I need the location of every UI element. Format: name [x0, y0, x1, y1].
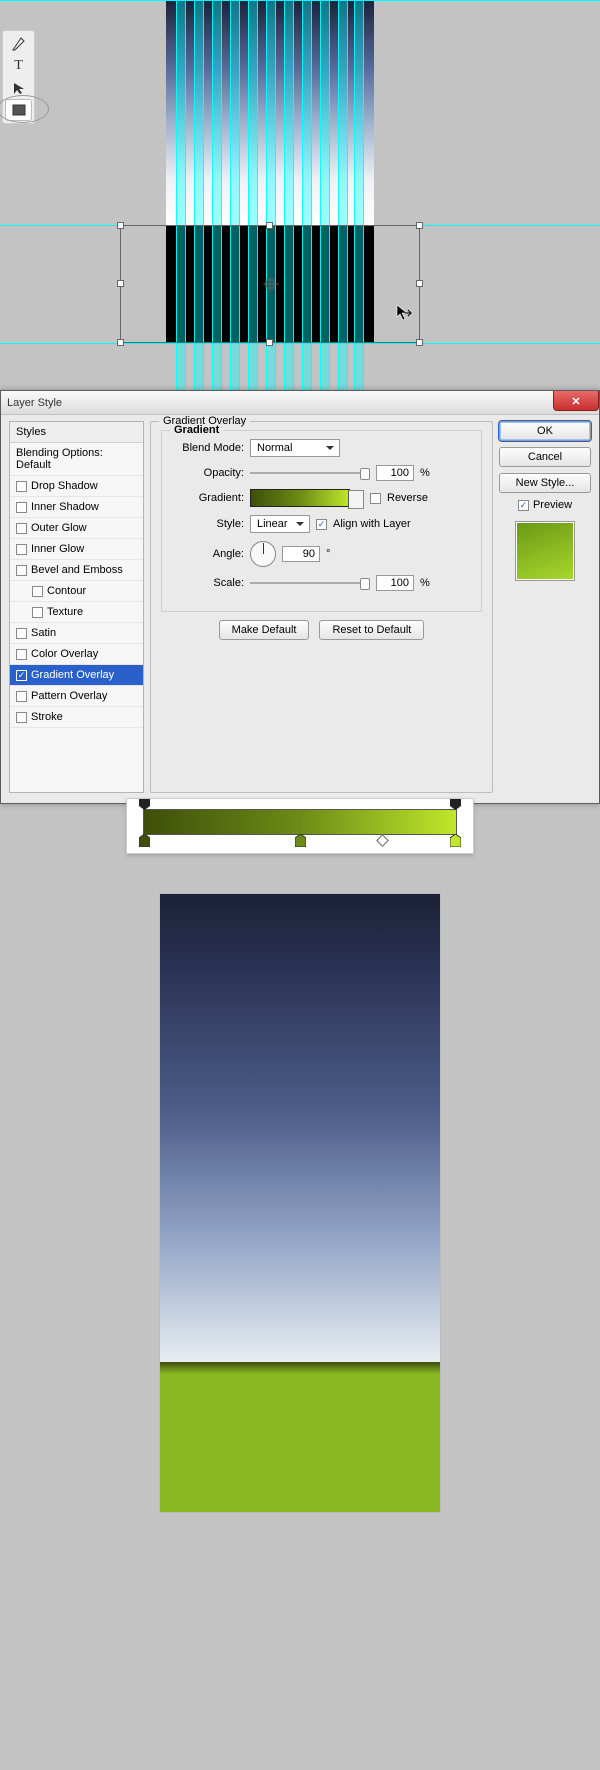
sidebar-item-label: Gradient Overlay: [31, 669, 114, 681]
sidebar-item-label: Blending Options: Default: [16, 447, 137, 471]
new-style-button[interactable]: New Style...: [499, 473, 591, 493]
free-transform-bounds[interactable]: [120, 225, 420, 343]
guide-line: [0, 343, 600, 344]
sidebar-item-label: Outer Glow: [31, 522, 87, 534]
sidebar-item-stroke[interactable]: Stroke: [10, 707, 143, 728]
guide-line: [0, 0, 600, 1]
pct-label: %: [420, 467, 430, 479]
sidebar-item-label: Inner Glow: [31, 543, 84, 555]
align-checkbox[interactable]: [316, 519, 327, 530]
opacity-input[interactable]: [376, 465, 414, 481]
sidebar-item-label: Satin: [31, 627, 56, 639]
gradient-editor-callout: [126, 798, 474, 854]
sidebar-item-label: Contour: [47, 585, 86, 597]
style-dropdown[interactable]: Linear: [250, 515, 310, 533]
midpoint-diamond-icon[interactable]: [376, 834, 389, 847]
result-preview-area: [0, 854, 600, 1582]
sidebar-head: Styles: [10, 422, 143, 443]
style-value: Linear: [257, 518, 288, 530]
blend-mode-value: Normal: [257, 442, 292, 454]
result-canvas: [160, 894, 440, 1512]
reverse-checkbox[interactable]: [370, 493, 381, 504]
opacity-label: Opacity:: [172, 467, 244, 479]
gradient-editor-strip[interactable]: [143, 809, 457, 835]
gradient-inner-group: Gradient Blend Mode: Normal Opacity: % G…: [161, 430, 482, 612]
style-checkbox[interactable]: [16, 691, 27, 702]
angle-unit: °: [326, 548, 330, 560]
style-checkbox[interactable]: [16, 565, 27, 576]
cancel-button[interactable]: Cancel: [499, 447, 591, 467]
style-checkbox[interactable]: [16, 628, 27, 639]
color-stop-icon[interactable]: [295, 834, 306, 847]
sidebar-item-label: Bevel and Emboss: [31, 564, 123, 576]
sidebar-item-label: Drop Shadow: [31, 480, 98, 492]
scale-slider[interactable]: [250, 576, 370, 590]
style-checkbox[interactable]: [16, 670, 27, 681]
style-label: Style:: [172, 518, 244, 530]
style-checkbox[interactable]: [16, 481, 27, 492]
style-checkbox[interactable]: [16, 649, 27, 660]
sidebar-item-contour[interactable]: Contour: [10, 581, 143, 602]
sidebar-item-label: Pattern Overlay: [31, 690, 107, 702]
sidebar-item-drop-shadow[interactable]: Drop Shadow: [10, 476, 143, 497]
tool-highlight-icon: [0, 95, 49, 123]
style-checkbox[interactable]: [16, 712, 27, 723]
gradient-overlay-group: Gradient Overlay Gradient Blend Mode: No…: [150, 421, 493, 793]
color-stop-icon[interactable]: [450, 834, 461, 847]
sidebar-item-inner-glow[interactable]: Inner Glow: [10, 539, 143, 560]
preview-label: Preview: [533, 499, 572, 511]
style-checkbox[interactable]: [32, 586, 43, 597]
blend-mode-label: Blend Mode:: [172, 442, 244, 454]
style-checkbox[interactable]: [32, 607, 43, 618]
preview-checkbox[interactable]: [518, 500, 529, 511]
pen-tool-icon[interactable]: [5, 33, 32, 55]
sidebar-item-blending-options-default[interactable]: Blending Options: Default: [10, 443, 143, 476]
angle-label: Angle:: [172, 548, 244, 560]
sidebar-item-outer-glow[interactable]: Outer Glow: [10, 518, 143, 539]
scale-input[interactable]: [376, 575, 414, 591]
dialog-right-panel: OK Cancel New Style... Preview: [499, 421, 591, 793]
make-default-button[interactable]: Make Default: [219, 620, 310, 640]
style-checkbox[interactable]: [16, 544, 27, 555]
opacity-slider[interactable]: [250, 466, 370, 480]
sidebar-item-label: Texture: [47, 606, 83, 618]
dialog-titlebar[interactable]: Layer Style ✕: [1, 391, 599, 415]
type-tool-icon[interactable]: T: [5, 55, 32, 77]
opacity-stop-icon[interactable]: [450, 799, 461, 810]
styles-sidebar: Styles Blending Options: Default Drop Sha…: [9, 421, 144, 793]
canvas-area: T: [0, 0, 600, 390]
color-stop-icon[interactable]: [139, 834, 150, 847]
sidebar-item-gradient-overlay[interactable]: Gradient Overlay: [10, 665, 143, 686]
ok-button[interactable]: OK: [499, 421, 591, 441]
gradient-swatch-picker[interactable]: [250, 489, 350, 507]
reset-default-button[interactable]: Reset to Default: [319, 620, 424, 640]
gradient-label: Gradient:: [172, 492, 244, 504]
opacity-stop-icon[interactable]: [139, 799, 150, 810]
pct-label: %: [420, 577, 430, 589]
style-checkbox[interactable]: [16, 523, 27, 534]
reverse-label: Reverse: [387, 492, 428, 504]
angle-dial[interactable]: [250, 541, 276, 567]
close-icon: ✕: [571, 396, 580, 408]
style-checkbox[interactable]: [16, 502, 27, 513]
align-label: Align with Layer: [333, 518, 411, 530]
sidebar-item-texture[interactable]: Texture: [10, 602, 143, 623]
layer-style-dialog: Layer Style ✕ Styles Blending Options: D…: [0, 390, 600, 804]
scale-label: Scale:: [172, 577, 244, 589]
sidebar-item-color-overlay[interactable]: Color Overlay: [10, 644, 143, 665]
sidebar-item-label: Inner Shadow: [31, 501, 99, 513]
sidebar-item-inner-shadow[interactable]: Inner Shadow: [10, 497, 143, 518]
dialog-close-button[interactable]: ✕: [553, 391, 599, 411]
dialog-title: Layer Style: [7, 397, 62, 409]
sidebar-item-bevel-and-emboss[interactable]: Bevel and Emboss: [10, 560, 143, 581]
subgroup-legend: Gradient: [170, 424, 223, 436]
sidebar-item-pattern-overlay[interactable]: Pattern Overlay: [10, 686, 143, 707]
blend-mode-dropdown[interactable]: Normal: [250, 439, 340, 457]
sidebar-item-label: Stroke: [31, 711, 63, 723]
preview-swatch: [515, 521, 575, 581]
angle-input[interactable]: [282, 546, 320, 562]
sidebar-item-satin[interactable]: Satin: [10, 623, 143, 644]
sidebar-item-label: Color Overlay: [31, 648, 98, 660]
